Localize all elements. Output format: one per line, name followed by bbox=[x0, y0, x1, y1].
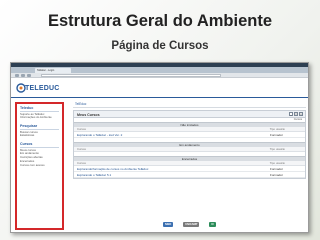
app-header: TELEDUC bbox=[11, 79, 308, 99]
table-row: Explorando o TelEduc - 2ed Ver. 2 Formad… bbox=[74, 132, 305, 138]
teleduc-logo[interactable]: TELEDUC bbox=[25, 85, 59, 92]
column-header-cursos: Cursos bbox=[77, 147, 86, 151]
sidebar-menu: Teleduc Suporte ao TelEduc Informações d… bbox=[15, 102, 64, 230]
table-row: Explorando o TelEduc 5.1 Formador bbox=[74, 172, 305, 178]
main-content: TelEduc Meus Cursos _ □ x Cursos Não ini… bbox=[73, 102, 306, 230]
sidebar-section-cursos: Cursos Meus cursos Em andamento Inscriçõ… bbox=[20, 142, 59, 167]
sidebar-heading: Teleduc bbox=[20, 106, 59, 112]
back-icon[interactable] bbox=[15, 74, 19, 77]
screenshot-frame: TelEduc - Login TELEDUC Teleduc Suporte … bbox=[10, 62, 309, 233]
footer-logos: NIED UNICAMP IC bbox=[73, 220, 306, 229]
breadcrumb[interactable]: TelEduc bbox=[73, 102, 306, 108]
maximize-icon[interactable]: □ bbox=[294, 112, 298, 116]
column-header-tipo: Tipo usuário bbox=[269, 147, 285, 151]
slide-subtitle: Página de Cursos bbox=[111, 40, 209, 52]
sidebar-heading: Pesquisar bbox=[20, 124, 59, 130]
reload-icon[interactable] bbox=[27, 74, 31, 77]
address-bar[interactable] bbox=[41, 74, 221, 77]
panel-header: Meus Cursos _ □ x bbox=[74, 111, 305, 118]
panel-title: Meus Cursos bbox=[77, 112, 100, 117]
user-type: Formador bbox=[269, 133, 283, 137]
sidebar-item-acesso[interactable]: Cursos com acesso bbox=[20, 164, 59, 168]
table-header: Cursos Tipo usuário bbox=[74, 147, 305, 152]
nied-logo[interactable]: NIED bbox=[163, 222, 174, 227]
course-link[interactable]: Explorando o TelEduc 5.1 bbox=[77, 172, 111, 178]
slide-title: Estrutura Geral do Ambiente bbox=[47, 12, 272, 30]
minimize-icon[interactable]: _ bbox=[289, 112, 293, 116]
sidebar-section-pesquisar: Pesquisar Buscar cursos Estatísticas bbox=[20, 124, 59, 138]
sidebar-heading: Cursos bbox=[20, 142, 59, 148]
user-type: Formador bbox=[269, 173, 283, 177]
browser-toolbar bbox=[11, 73, 308, 78]
meus-cursos-panel: Meus Cursos _ □ x Cursos Não iniciados C… bbox=[73, 110, 306, 179]
sidebar-section-teleduc: Teleduc Suporte ao TelEduc Informações d… bbox=[20, 106, 59, 120]
sidebar-item-informacoes[interactable]: Informações do Ambiente bbox=[20, 116, 59, 120]
forward-icon[interactable] bbox=[21, 74, 25, 77]
close-icon[interactable]: x bbox=[299, 112, 303, 116]
sidebar-item-estatisticas[interactable]: Estatísticas bbox=[20, 134, 59, 138]
unicamp-logo[interactable]: UNICAMP bbox=[183, 222, 200, 227]
header-divider bbox=[11, 97, 308, 98]
ic-logo[interactable]: IC bbox=[209, 222, 216, 227]
course-link[interactable]: Explorando o TelEduc - 2ed Ver. 2 bbox=[77, 132, 122, 138]
